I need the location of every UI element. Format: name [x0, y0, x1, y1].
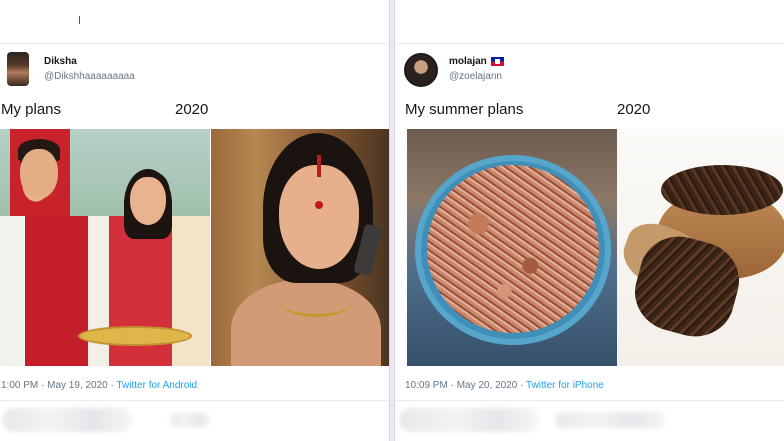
rice-dish: [427, 165, 599, 333]
puja-plate: [80, 328, 190, 344]
tweet-time[interactable]: 1:00 PM: [1, 380, 38, 391]
tweet-text-year: 2020: [617, 101, 651, 118]
tweet-divider: [0, 400, 389, 401]
bindi: [315, 201, 323, 209]
man-face: [20, 149, 58, 199]
photo-couple[interactable]: [0, 129, 210, 366]
tweet-text-year: 2020: [175, 101, 209, 118]
necklace: [281, 289, 351, 317]
tweet-date[interactable]: May 20, 2020: [457, 380, 518, 391]
tweet-source-link[interactable]: Twitter for Android: [116, 380, 197, 391]
woman-face: [279, 165, 359, 269]
avatar[interactable]: [404, 53, 438, 87]
user-handle[interactable]: @Dikshhaaaaaaaaa: [44, 71, 135, 82]
tweet-meta: 10:09 PM · May 20, 2020 · Twitter for iP…: [405, 380, 604, 391]
tweet-source-link[interactable]: Twitter for iPhone: [526, 380, 604, 391]
meta-separator: ·: [517, 380, 527, 391]
couple-clothing: [0, 216, 210, 366]
display-name-row[interactable]: molajan: [449, 56, 504, 67]
avatar[interactable]: [7, 52, 29, 86]
tweet-card-molajan: molajan @zoelajann My summer plans 2020 …: [394, 0, 784, 441]
flag-icon: [490, 56, 504, 66]
tweet-top-strip: [395, 0, 784, 44]
tweet-text-label: My summer plans: [405, 101, 524, 118]
meta-separator: ·: [38, 380, 48, 391]
blurred-stats: [399, 408, 539, 432]
sindoor-mark: [317, 155, 321, 177]
display-name[interactable]: molajan: [449, 56, 487, 67]
cursor-mark: [79, 16, 80, 24]
user-handle[interactable]: @zoelajann: [449, 71, 502, 82]
tweet-meta: 1:00 PM · May 19, 2020 · Twitter for And…: [1, 380, 197, 391]
tweet-text-label: My plans: [1, 101, 62, 118]
blurred-stats: [2, 408, 132, 432]
photo-phone-call[interactable]: [211, 129, 389, 366]
cloves-pile: [661, 165, 783, 215]
photo-cloves[interactable]: [617, 129, 784, 366]
woman-face: [130, 177, 166, 225]
display-name[interactable]: Diksha: [44, 56, 77, 67]
meta-separator: ·: [447, 380, 457, 391]
blurred-stats: [555, 412, 665, 428]
tweet-divider: [395, 400, 784, 401]
tweet-card-diksha: Diksha @Dikshhaaaaaaaaa My plans 2020 1:…: [0, 0, 390, 441]
tweet-top-strip: [0, 0, 389, 44]
blurred-stats: [170, 413, 210, 427]
tweet-time[interactable]: 10:09 PM: [405, 380, 448, 391]
tweet-date[interactable]: May 19, 2020: [47, 380, 108, 391]
photo-rice-bowl[interactable]: [407, 129, 617, 366]
